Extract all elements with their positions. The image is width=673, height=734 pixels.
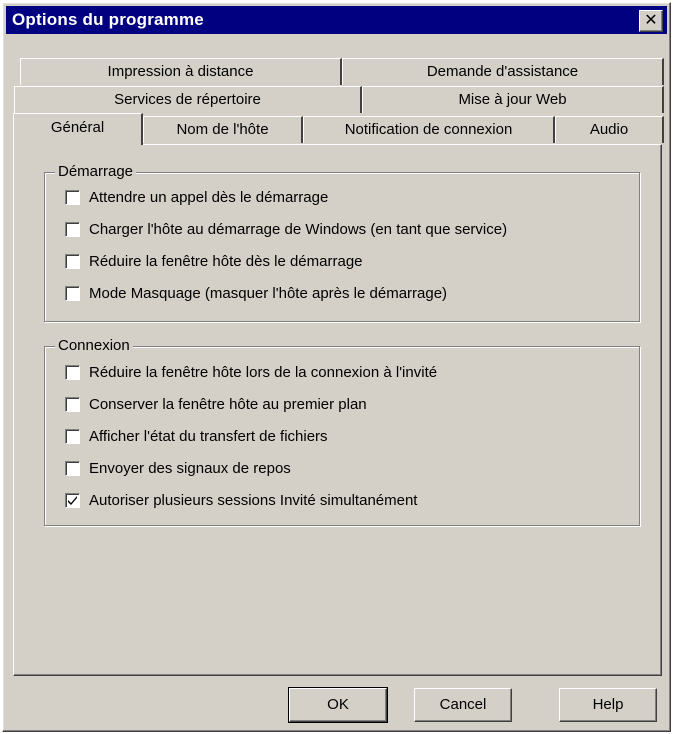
tab-label: Mise à jour Web — [458, 91, 567, 108]
checkbox[interactable] — [65, 428, 80, 444]
checkbox[interactable] — [65, 189, 80, 205]
tab-mise-a-jour-web[interactable]: Mise à jour Web — [362, 86, 664, 113]
checkbox-attendre-appel[interactable]: Attendre un appel dès le démarrage — [65, 186, 328, 208]
tab-notification-de-connexion[interactable]: Notification de connexion — [303, 116, 555, 143]
checkbox-reduire-fenetre-connexion[interactable]: Réduire la fenêtre hôte lors de la conne… — [65, 361, 437, 383]
checkmark-icon — [68, 495, 77, 505]
checkbox-label: Réduire la fenêtre hôte lors de la conne… — [89, 363, 438, 381]
checkbox-label: Afficher l'état du transfert de fichiers — [89, 427, 328, 445]
checkbox[interactable] — [65, 221, 80, 237]
tab-label: Notification de connexion — [344, 121, 513, 138]
checkbox-conserver-premier-plan[interactable]: Conserver la fenêtre hôte au premier pla… — [65, 393, 367, 415]
tab-services-de-repertoire[interactable]: Services de répertoire — [14, 86, 362, 113]
ok-button-label: OK — [327, 696, 349, 713]
checkbox-label: Conserver la fenêtre hôte au premier pla… — [89, 395, 367, 413]
connection-group-label: Connexion — [55, 337, 133, 354]
tab-label: Demande d'assistance — [426, 63, 579, 80]
checkbox-reduire-fenetre-demarrage[interactable]: Réduire la fenêtre hôte dès le démarrage — [65, 250, 363, 272]
checkbox[interactable] — [65, 396, 80, 412]
cancel-button[interactable]: Cancel — [414, 688, 512, 722]
checkbox-label: Envoyer des signaux de repos — [89, 459, 291, 477]
checkbox-label: Mode Masquage (masquer l'hôte après le d… — [89, 284, 448, 302]
tab-label: Audio — [589, 121, 629, 138]
tab-impression-a-distance[interactable]: Impression à distance — [20, 58, 342, 85]
checkbox-afficher-transfert[interactable]: Afficher l'état du transfert de fichiers — [65, 425, 328, 447]
tab-demande-assistance[interactable]: Demande d'assistance — [342, 58, 664, 85]
connection-group: Connexion Réduire la fenêtre hôte lors d… — [44, 337, 640, 526]
checkbox[interactable] — [65, 460, 80, 476]
tab-general[interactable]: Général — [13, 113, 143, 145]
checkbox-label: Autoriser plusieurs sessions Invité simu… — [89, 491, 418, 509]
startup-group: Démarrage Attendre un appel dès le démar… — [44, 163, 640, 322]
tab-nom-de-l-hote[interactable]: Nom de l'hôte — [143, 116, 303, 143]
checkbox-signaux-repos[interactable]: Envoyer des signaux de repos — [65, 457, 291, 479]
close-button[interactable]: ✕ — [639, 10, 663, 32]
cancel-button-label: Cancel — [439, 696, 487, 713]
tab-label: Impression à distance — [107, 63, 254, 80]
checkbox-charger-hote-windows[interactable]: Charger l'hôte au démarrage de Windows (… — [65, 218, 507, 240]
tab-label: Général — [50, 119, 105, 136]
tab-label: Nom de l'hôte — [176, 121, 269, 138]
checkbox-label: Charger l'hôte au démarrage de Windows (… — [89, 220, 508, 238]
checkbox-label: Réduire la fenêtre hôte dès le démarrage — [89, 252, 363, 270]
title-bar[interactable]: Options du programme ✕ — [6, 6, 667, 34]
checkbox-label: Attendre un appel dès le démarrage — [89, 188, 329, 206]
ok-button[interactable]: OK — [288, 687, 388, 723]
checkbox[interactable] — [65, 364, 80, 380]
window-title: Options du programme — [12, 10, 204, 29]
checkbox[interactable] — [65, 492, 80, 508]
checkbox[interactable] — [65, 285, 80, 301]
tab-label: Services de répertoire — [114, 91, 261, 108]
tab-audio[interactable]: Audio — [555, 116, 664, 143]
tab-panel-general: Démarrage Attendre un appel dès le démar… — [13, 144, 662, 676]
checkbox[interactable] — [65, 253, 80, 269]
startup-group-label: Démarrage — [55, 163, 137, 180]
checkbox-mode-masquage[interactable]: Mode Masquage (masquer l'hôte après le d… — [65, 282, 447, 304]
checkbox-sessions-simultanees[interactable]: Autoriser plusieurs sessions Invité simu… — [65, 489, 417, 511]
help-button[interactable]: Help — [559, 688, 657, 722]
close-icon: ✕ — [644, 12, 658, 29]
help-button-label: Help — [592, 696, 624, 713]
